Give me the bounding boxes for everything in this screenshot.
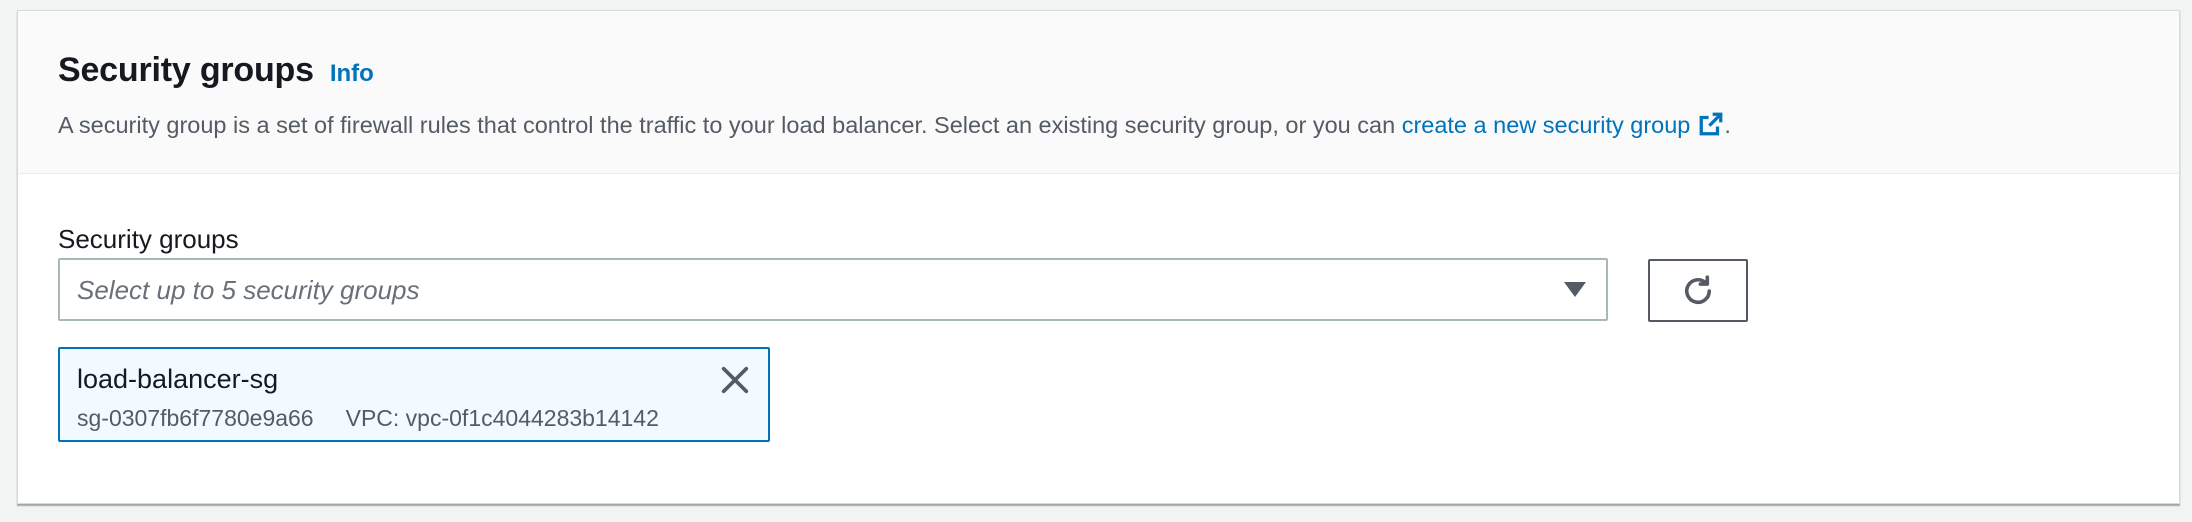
selected-security-group-token: load-balancer-sg sg-0307fb6f7780e9a66 VPC… bbox=[58, 347, 770, 442]
security-groups-label: Security groups bbox=[58, 224, 239, 254]
select-placeholder: Select up to 5 security groups bbox=[77, 275, 420, 305]
description-text: A security group is a set of firewall ru… bbox=[58, 112, 1402, 138]
token-name: load-balancer-sg bbox=[77, 364, 279, 394]
create-security-group-link-label: create a new security group bbox=[1401, 112, 1691, 138]
panel-header: Security groups Info A security group is… bbox=[18, 11, 2179, 174]
external-link-icon bbox=[1700, 112, 1723, 136]
security-groups-panel: Security groups Info A security group is… bbox=[17, 10, 2180, 504]
refresh-button[interactable] bbox=[1648, 259, 1748, 322]
description: A security group is a set of firewall ru… bbox=[58, 111, 1731, 139]
token-vpc-id: VPC: vpc-0f1c4044283b14142 bbox=[345, 405, 659, 431]
description-end: . bbox=[1724, 112, 1731, 138]
close-icon[interactable] bbox=[718, 363, 752, 397]
title-row: Security groups Info bbox=[58, 51, 374, 90]
token-meta: sg-0307fb6f7780e9a66 VPC: vpc-0f1c4044283… bbox=[77, 405, 659, 432]
info-link[interactable]: Info bbox=[330, 60, 374, 88]
page-title: Security groups bbox=[58, 51, 314, 89]
security-groups-select[interactable]: Select up to 5 security groups bbox=[58, 258, 1608, 321]
caret-down-icon bbox=[1564, 282, 1586, 297]
create-security-group-link[interactable]: create a new security group bbox=[1402, 112, 1725, 138]
token-group-id: sg-0307fb6f7780e9a66 bbox=[77, 405, 314, 431]
refresh-icon bbox=[1684, 274, 1712, 304]
